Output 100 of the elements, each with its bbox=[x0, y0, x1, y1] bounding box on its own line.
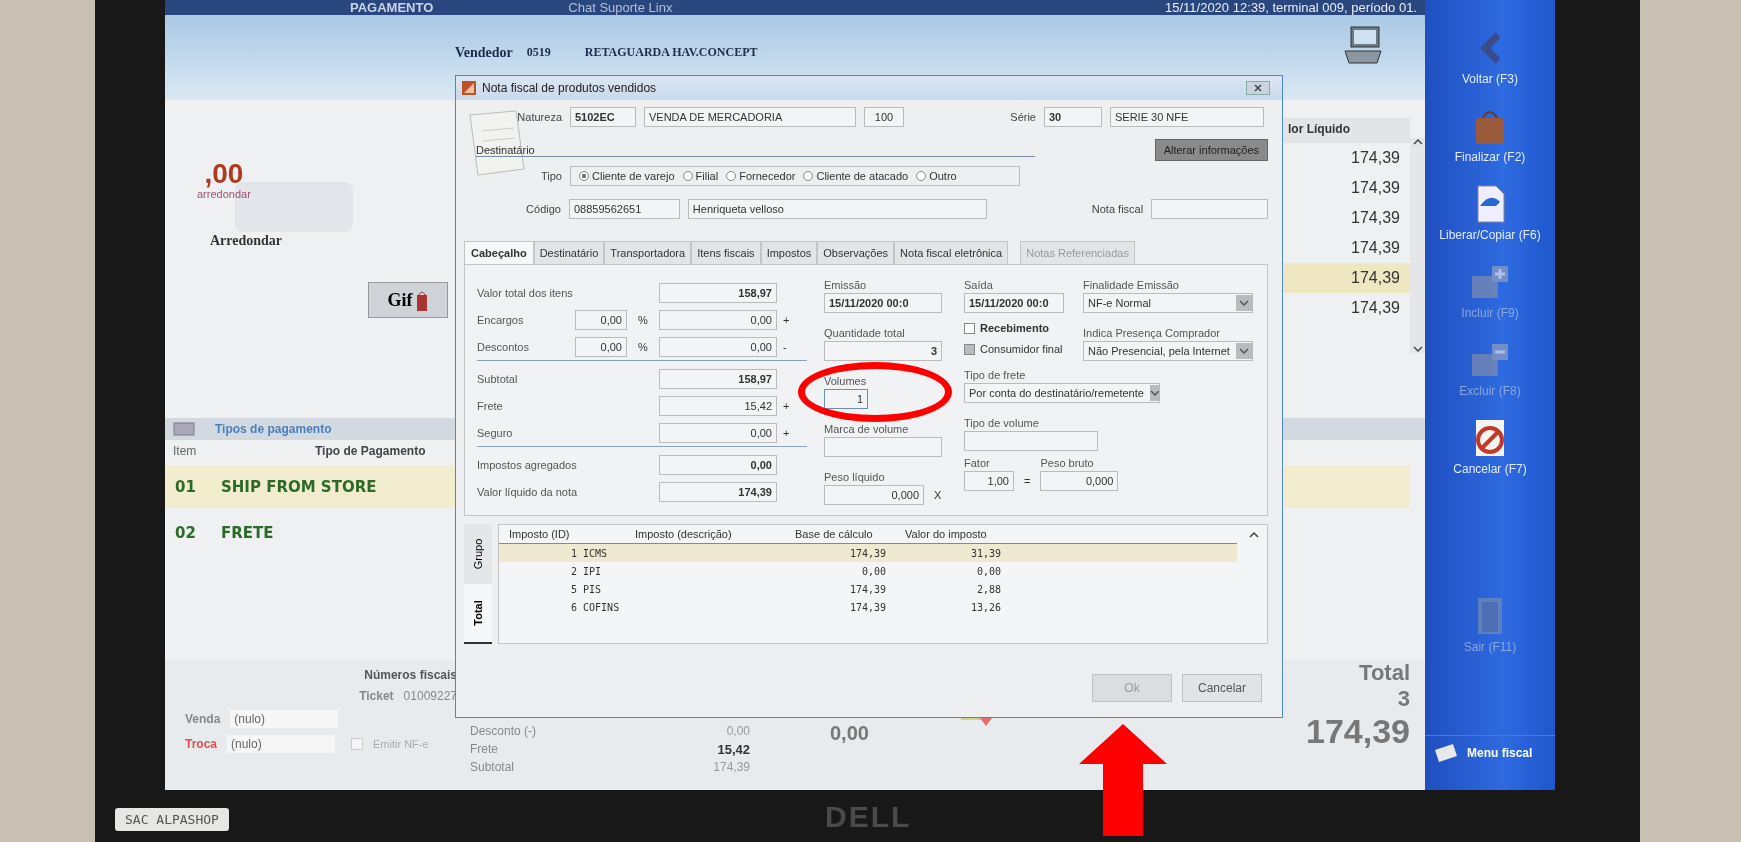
tipo-frete-dropdown[interactable]: Por conta do destinatário/remetente bbox=[964, 383, 1160, 403]
value-field[interactable]: 0,00 bbox=[659, 422, 777, 443]
table-cell-text: 174,39 bbox=[1350, 148, 1401, 168]
value-field[interactable]: 15,42 bbox=[659, 395, 777, 416]
arredondar-logo: ,00 arredondar bbox=[197, 160, 251, 200]
radio-option[interactable]: Cliente de varejo bbox=[579, 170, 675, 182]
sign-label: + bbox=[783, 399, 791, 412]
table-row[interactable]: 1 ICMS 174,39 31,39 bbox=[499, 544, 1237, 562]
change-value: 0,00 bbox=[830, 722, 869, 746]
ticket-number: 01009227 bbox=[403, 689, 457, 703]
monitor-icon bbox=[1341, 25, 1385, 65]
table-row[interactable]: 5 PIS 174,39 2,88 bbox=[499, 580, 1237, 598]
chat-link[interactable]: Chat Suporte Linx bbox=[568, 0, 673, 15]
checkbox[interactable] bbox=[351, 738, 363, 750]
serie-code-field[interactable]: 30 bbox=[1044, 107, 1102, 127]
value-field[interactable]: 0,00 bbox=[659, 309, 777, 330]
natureza-label: Natureza bbox=[516, 111, 562, 123]
times-label: X bbox=[934, 489, 942, 503]
rate-field[interactable]: 0,00 bbox=[575, 336, 627, 357]
value-field[interactable]: 174,39 bbox=[659, 481, 777, 502]
sign-label: - bbox=[783, 340, 788, 353]
sidebar-button[interactable]: Liberar/Copiar (F6) bbox=[1425, 184, 1555, 242]
serie-description-field[interactable]: SERIE 30 NFE bbox=[1110, 107, 1264, 127]
field-label: Peso líquido bbox=[824, 471, 885, 483]
radio-option[interactable]: Filial bbox=[682, 170, 719, 182]
value-field[interactable]: 0,00 bbox=[659, 454, 777, 475]
field-label: Subtotal bbox=[477, 372, 519, 385]
venda-field[interactable]: (nulo) bbox=[230, 710, 339, 728]
checkbox[interactable] bbox=[964, 343, 975, 355]
presenca-dropdown[interactable]: Não Presencial, pela Internet bbox=[1083, 341, 1253, 361]
field-label: Frete bbox=[477, 399, 504, 412]
peso-liquido-field[interactable]: 0,000 bbox=[824, 485, 924, 505]
codigo-label: Código bbox=[525, 203, 561, 215]
field-label: Valor total dos itens bbox=[477, 286, 574, 299]
arredondar-button[interactable]: Arredondar bbox=[210, 233, 283, 249]
screen-title: PAGAMENTO bbox=[350, 0, 434, 15]
saida-field[interactable]: 15/11/2020 00:0 bbox=[964, 293, 1064, 313]
unit-label: % bbox=[637, 340, 649, 353]
field-label: Seguro bbox=[477, 426, 514, 439]
ticket-label: Ticket bbox=[359, 689, 394, 703]
emissao-field[interactable]: 15/11/2020 00:0 bbox=[824, 293, 942, 313]
checkbox-label: Consumidor final bbox=[980, 343, 1063, 355]
checkbox-label: Recebimento bbox=[980, 322, 1050, 334]
quantidade-field[interactable]: 3 bbox=[824, 341, 942, 361]
name-field[interactable]: Henriqueta velloso bbox=[687, 199, 987, 219]
close-button[interactable] bbox=[1246, 81, 1270, 95]
dialog-button[interactable]: Cancelar bbox=[1182, 674, 1262, 702]
tab[interactable]: Observações bbox=[817, 241, 895, 264]
checkbox[interactable] bbox=[964, 322, 975, 334]
menu-fiscal-button[interactable]: Menu fiscal bbox=[1425, 735, 1555, 770]
troca-field[interactable]: (nulo) bbox=[227, 735, 335, 753]
sidebar-button[interactable]: Cancelar (F7) bbox=[1425, 418, 1555, 476]
codigo-field[interactable]: 08859562651 bbox=[568, 199, 680, 219]
sidebar-button[interactable]: Finalizar (F2) bbox=[1425, 106, 1555, 164]
finalidade-dropdown[interactable]: NF-e Normal bbox=[1083, 293, 1253, 313]
value-field[interactable]: 0,00 bbox=[659, 336, 777, 357]
table-cell-text: 174,39 bbox=[1350, 208, 1401, 228]
fator-field[interactable]: 1,00 bbox=[964, 471, 1014, 491]
chevron-down-icon bbox=[1239, 299, 1249, 307]
tab[interactable]: Transportadora bbox=[604, 241, 692, 264]
alterar-button[interactable]: Alterar informações bbox=[1154, 139, 1268, 161]
fiscal-title: Números fiscais bbox=[364, 668, 457, 682]
natureza-number-field[interactable]: 100 bbox=[864, 107, 904, 127]
rate-field[interactable]: 0,00 bbox=[575, 309, 627, 330]
column-header: Imposto (descrição) bbox=[635, 528, 733, 540]
peso-bruto-field[interactable]: 0,000 bbox=[1040, 471, 1119, 491]
radio-option[interactable]: Fornecedor bbox=[726, 170, 796, 182]
value-field[interactable]: 158,97 bbox=[659, 282, 777, 303]
venda-label: Venda bbox=[185, 712, 221, 726]
radio-option[interactable]: Outro bbox=[916, 170, 957, 182]
field-label: Emissão bbox=[824, 279, 867, 291]
tipo-volume-field[interactable] bbox=[964, 431, 1098, 451]
tab[interactable]: Destinatário bbox=[533, 241, 605, 264]
volumes-field[interactable]: 1 bbox=[824, 389, 868, 409]
document-icon bbox=[462, 81, 476, 95]
radio-option[interactable]: Cliente de atacado bbox=[803, 170, 909, 182]
value-field[interactable]: 158,97 bbox=[659, 368, 777, 389]
vendedor-name: RETAGUARDA HAV.CONCEPT bbox=[584, 45, 758, 60]
table-row[interactable]: 6 COFINS 174,39 13,26 bbox=[499, 598, 1237, 616]
sidebar-button[interactable]: Voltar (F3) bbox=[1425, 28, 1555, 86]
side-tab[interactable]: Total bbox=[464, 584, 492, 644]
marca-field[interactable] bbox=[824, 437, 942, 457]
equals-label: = bbox=[1024, 475, 1031, 489]
chevron-up-icon bbox=[1249, 530, 1259, 538]
table-row[interactable]: 2 IPI 0,00 0,00 bbox=[499, 562, 1237, 580]
nota-fiscal-field[interactable] bbox=[1151, 199, 1268, 219]
card-icon bbox=[173, 421, 195, 437]
natureza-code-field[interactable]: 5102EC bbox=[570, 107, 636, 127]
tab[interactable]: Impostos bbox=[760, 241, 818, 264]
table-cell-text: 174,39 bbox=[1350, 238, 1401, 258]
summary-value: 174,39 bbox=[713, 760, 750, 776]
tab[interactable]: Nota fiscal eletrônica bbox=[894, 241, 1009, 264]
tab[interactable]: Itens fiscais bbox=[691, 241, 761, 264]
side-tab[interactable]: Grupo bbox=[464, 524, 492, 584]
section-label: Destinatário bbox=[476, 143, 1035, 157]
tab[interactable]: Cabeçalho bbox=[464, 241, 534, 264]
natureza-description-field[interactable]: VENDA DE MERCADORIA bbox=[644, 107, 856, 127]
table-cell-text: 174,39 bbox=[1350, 178, 1401, 198]
gift-card-button[interactable]: Gif bbox=[368, 282, 448, 318]
scrollbar[interactable] bbox=[1410, 138, 1425, 353]
